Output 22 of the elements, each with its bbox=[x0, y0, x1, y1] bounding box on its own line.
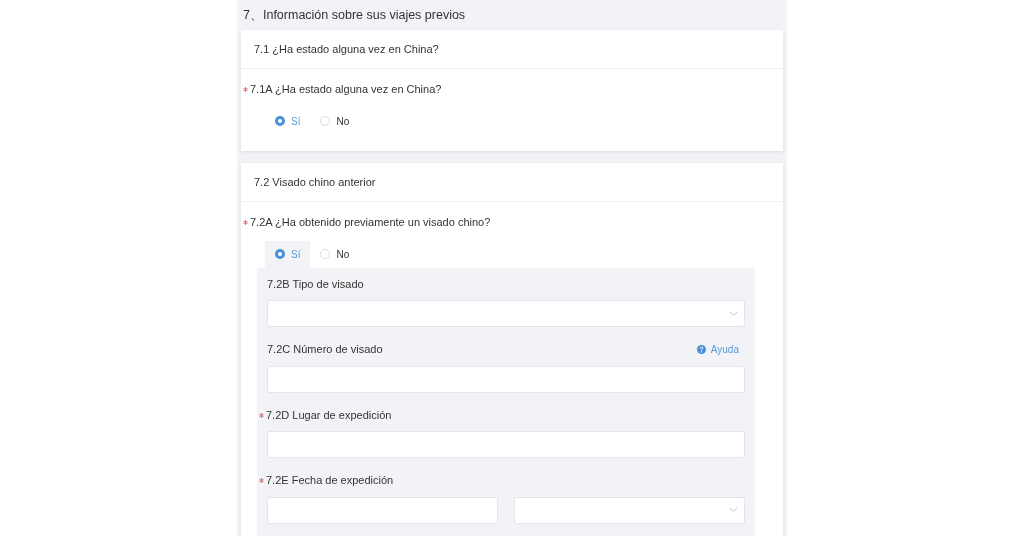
select-field[interactable] bbox=[267, 300, 745, 328]
field-label: 7.2E Fecha de expedición bbox=[266, 473, 394, 489]
input-field[interactable] bbox=[267, 431, 745, 459]
input-field[interactable] bbox=[267, 496, 498, 524]
radio-option[interactable]: Sí bbox=[265, 107, 311, 135]
input-field[interactable] bbox=[267, 365, 745, 393]
radio-option[interactable]: No bbox=[310, 240, 360, 268]
field-label: 7.2D Lugar de expedición bbox=[266, 407, 392, 423]
chevron-down-icon bbox=[729, 310, 738, 317]
field-label: 7.2C Número de visado bbox=[267, 342, 383, 358]
help-icon bbox=[696, 345, 706, 354]
chevron-down-icon bbox=[729, 507, 738, 514]
question-label: 7.2A ¿Ha obtenido previamente un visado chino? bbox=[250, 215, 491, 231]
card-title: 7.2 Visado chino anterior bbox=[254, 174, 376, 190]
section-title: 7、Información sobre sus viajes previos bbox=[242, 7, 466, 24]
help-link[interactable]: Ayuda bbox=[696, 342, 739, 357]
card-title: 7.1 ¿Ha estado alguna vez en China? bbox=[254, 41, 439, 57]
select-field[interactable] bbox=[513, 496, 745, 524]
radio-option[interactable]: Sí bbox=[265, 240, 311, 268]
question-label: 7.1A ¿Ha estado alguna vez en China? bbox=[250, 82, 442, 98]
field-label: 7.2B Tipo de visado bbox=[267, 276, 364, 292]
radio-option[interactable]: No bbox=[310, 107, 360, 135]
